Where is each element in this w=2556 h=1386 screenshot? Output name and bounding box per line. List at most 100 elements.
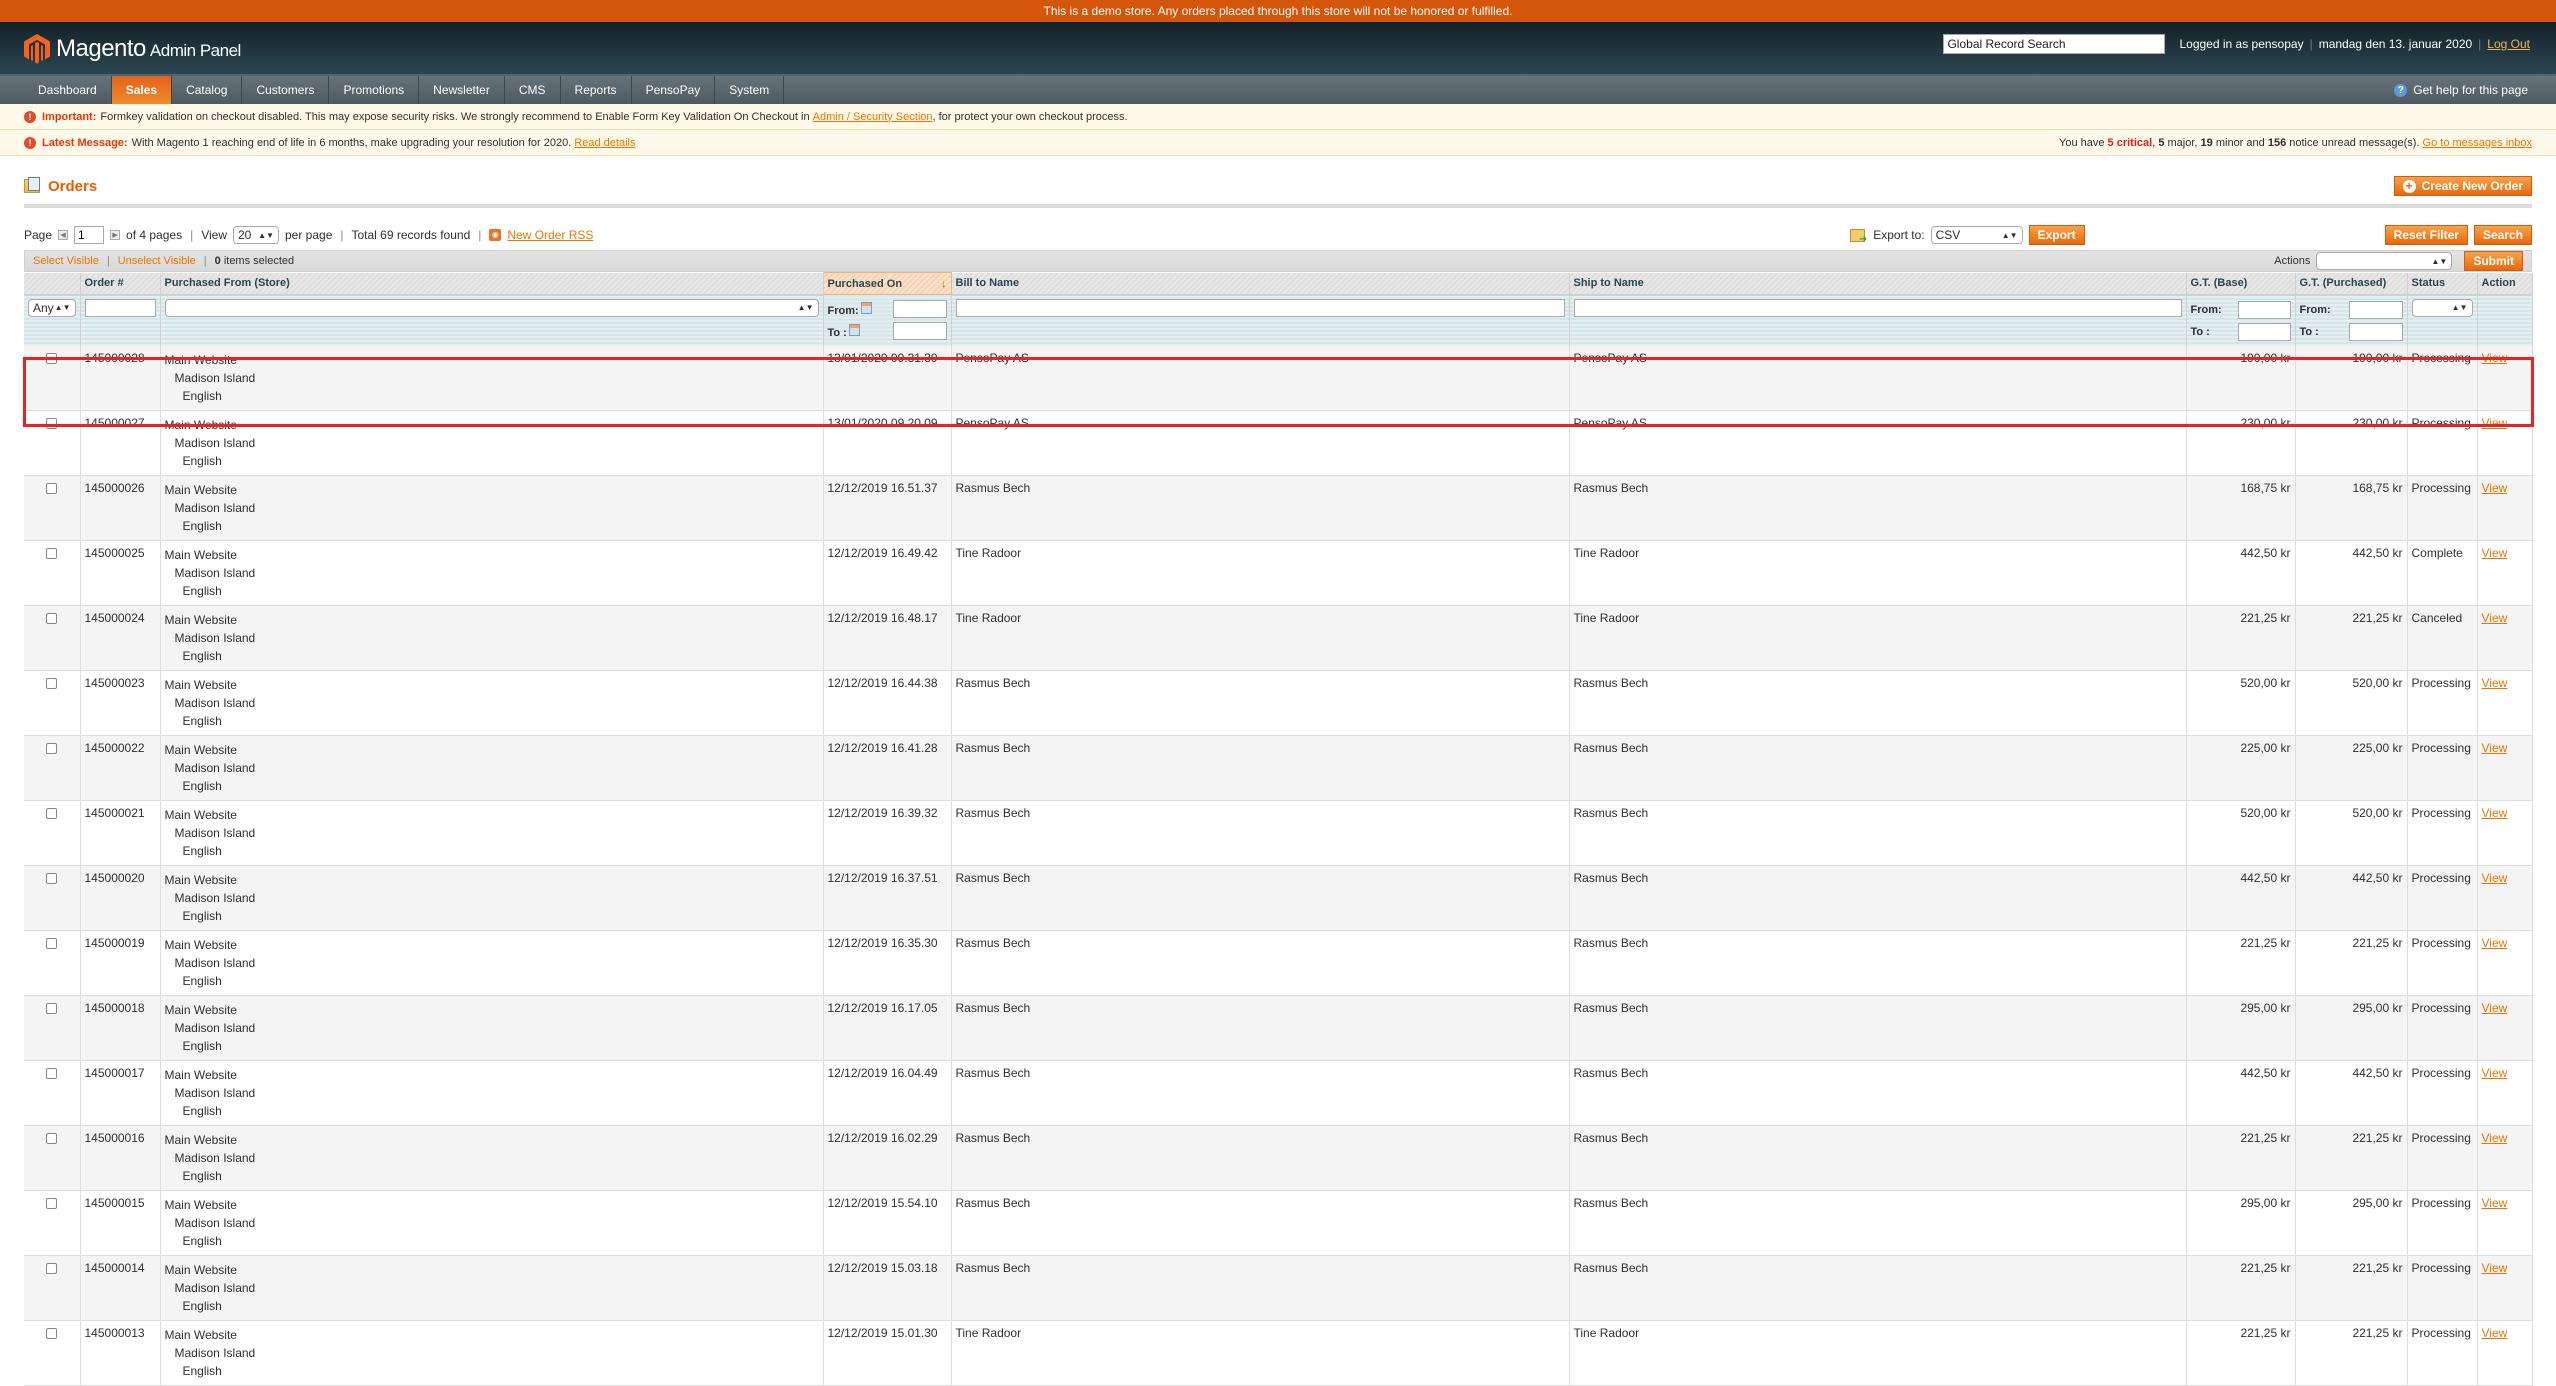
nav-item-sales[interactable]: Sales: [111, 76, 173, 104]
store-filter-select[interactable]: ▲▼: [164, 298, 819, 317]
row-checkbox[interactable]: [46, 1197, 58, 1209]
view-order-link[interactable]: View: [2482, 1261, 2508, 1275]
calendar-icon[interactable]: [848, 323, 860, 336]
nav-item-system[interactable]: System: [715, 76, 785, 104]
order-row[interactable]: 145000017 Main Website Madison Island En…: [24, 1060, 2533, 1126]
column-header-order[interactable]: Order #: [80, 272, 161, 296]
row-checkbox[interactable]: [46, 612, 58, 624]
order-row[interactable]: 145000021 Main Website Madison Island En…: [24, 800, 2533, 866]
column-header-purchased-on[interactable]: Purchased On ↓: [822, 272, 952, 295]
row-checkbox[interactable]: [46, 1132, 58, 1144]
view-order-link[interactable]: View: [2482, 481, 2508, 495]
order-row[interactable]: 145000026 Main Website Madison Island En…: [24, 475, 2533, 541]
nav-item-pensopay[interactable]: PensoPay: [632, 76, 716, 104]
order-number-filter[interactable]: [84, 298, 156, 317]
order-row[interactable]: 145000016 Main Website Madison Island En…: [24, 1125, 2533, 1191]
gt-purchased-to-input[interactable]: [2348, 322, 2403, 341]
gt-base-to-input[interactable]: [2237, 322, 2291, 341]
status-filter-select[interactable]: ▲▼: [2411, 298, 2473, 317]
row-checkbox[interactable]: [46, 417, 58, 429]
nav-item-catalog[interactable]: Catalog: [172, 76, 243, 104]
row-checkbox[interactable]: [46, 1262, 58, 1274]
logout-link[interactable]: Log Out: [2487, 37, 2530, 51]
gt-purchased-from-input[interactable]: [2348, 300, 2403, 319]
actions-select[interactable]: ▲▼: [2316, 252, 2453, 270]
order-row[interactable]: 145000014 Main Website Madison Island En…: [24, 1255, 2533, 1321]
view-order-link[interactable]: View: [2482, 351, 2508, 365]
select-filter[interactable]: Any ▲▼: [28, 298, 76, 317]
row-checkbox[interactable]: [46, 807, 58, 819]
submit-button[interactable]: Submit: [2464, 251, 2523, 271]
row-checkbox[interactable]: [46, 1067, 58, 1079]
view-order-link[interactable]: View: [2482, 1196, 2508, 1210]
nav-item-dashboard[interactable]: Dashboard: [24, 76, 112, 104]
nav-item-promotions[interactable]: Promotions: [329, 76, 420, 104]
column-header-bill-to[interactable]: Bill to Name: [951, 272, 1570, 296]
read-details-link[interactable]: Read details: [574, 130, 635, 156]
order-row[interactable]: 145000023 Main Website Madison Island En…: [24, 670, 2533, 736]
view-order-link[interactable]: View: [2482, 741, 2508, 755]
ship-to-filter[interactable]: [1573, 298, 2182, 317]
view-order-link[interactable]: View: [2482, 936, 2508, 950]
row-checkbox[interactable]: [46, 677, 58, 689]
export-format-select[interactable]: CSV ▲▼: [1930, 226, 2023, 244]
order-row[interactable]: 145000028 Main Website Madison Island En…: [24, 345, 2533, 411]
messages-inbox-link[interactable]: Go to messages inbox: [2423, 137, 2532, 149]
order-row[interactable]: 145000027 Main Website Madison Island En…: [24, 410, 2533, 476]
order-row[interactable]: 145000022 Main Website Madison Island En…: [24, 735, 2533, 801]
row-checkbox[interactable]: [46, 872, 58, 884]
calendar-icon[interactable]: [860, 301, 872, 314]
purchased-to-input[interactable]: [892, 322, 947, 340]
search-button[interactable]: Search: [2473, 225, 2532, 245]
column-header-store[interactable]: Purchased From (Store): [160, 272, 824, 296]
create-new-order-button[interactable]: + Create New Order: [2393, 176, 2532, 196]
view-order-link[interactable]: View: [2482, 1001, 2508, 1015]
row-checkbox[interactable]: [46, 937, 58, 949]
view-order-link[interactable]: View: [2482, 1066, 2508, 1080]
gt-base-from-input[interactable]: [2237, 300, 2291, 319]
page-number-input[interactable]: [74, 226, 105, 244]
row-checkbox[interactable]: [46, 547, 58, 559]
magento-logo[interactable]: Magento Admin Panel: [24, 34, 241, 64]
view-order-link[interactable]: View: [2482, 871, 2508, 885]
bill-to-filter[interactable]: [955, 298, 1565, 317]
select-visible-link[interactable]: Select Visible: [33, 255, 99, 267]
order-row[interactable]: 145000020 Main Website Madison Island En…: [24, 865, 2533, 931]
row-checkbox[interactable]: [46, 1327, 58, 1339]
order-row[interactable]: 145000019 Main Website Madison Island En…: [24, 930, 2533, 996]
order-row[interactable]: 145000013 Main Website Madison Island En…: [24, 1320, 2533, 1386]
row-checkbox[interactable]: [46, 742, 58, 754]
column-header-gt-purchased[interactable]: G.T. (Purchased): [2295, 272, 2408, 296]
prev-page-icon[interactable]: ◀: [58, 230, 69, 240]
global-record-search-input[interactable]: [1943, 34, 2166, 54]
nav-item-customers[interactable]: Customers: [242, 76, 330, 104]
nav-item-newsletter[interactable]: Newsletter: [419, 76, 505, 104]
view-order-link[interactable]: View: [2482, 1326, 2508, 1340]
reset-filter-button[interactable]: Reset Filter: [2384, 225, 2468, 245]
column-header-gt-base[interactable]: G.T. (Base): [2186, 272, 2296, 296]
view-order-link[interactable]: View: [2482, 416, 2508, 430]
view-order-link[interactable]: View: [2482, 611, 2508, 625]
help-link[interactable]: ? Get help for this page: [2394, 76, 2528, 104]
view-order-link[interactable]: View: [2482, 676, 2508, 690]
view-order-link[interactable]: View: [2482, 806, 2508, 820]
unselect-visible-link[interactable]: Unselect Visible: [118, 255, 196, 267]
new-order-rss-link[interactable]: New Order RSS: [507, 228, 593, 242]
export-button[interactable]: Export: [2028, 225, 2085, 245]
column-header-ship-to[interactable]: Ship to Name: [1569, 272, 2187, 296]
order-row[interactable]: 145000024 Main Website Madison Island En…: [24, 605, 2533, 671]
security-section-link[interactable]: Admin / Security Section: [813, 104, 933, 130]
row-checkbox[interactable]: [46, 482, 58, 494]
row-checkbox[interactable]: [46, 352, 58, 364]
view-order-link[interactable]: View: [2482, 1131, 2508, 1145]
nav-item-cms[interactable]: CMS: [505, 76, 561, 104]
nav-item-reports[interactable]: Reports: [561, 76, 632, 104]
column-header-status[interactable]: Status: [2407, 272, 2478, 296]
row-checkbox[interactable]: [46, 1002, 58, 1014]
order-row[interactable]: 145000025 Main Website Madison Island En…: [24, 540, 2533, 606]
next-page-icon[interactable]: ▶: [110, 230, 121, 240]
order-row[interactable]: 145000018 Main Website Madison Island En…: [24, 995, 2533, 1061]
view-order-link[interactable]: View: [2482, 546, 2508, 560]
per-page-select[interactable]: 20 ▲▼: [233, 226, 279, 244]
order-row[interactable]: 145000015 Main Website Madison Island En…: [24, 1190, 2533, 1256]
